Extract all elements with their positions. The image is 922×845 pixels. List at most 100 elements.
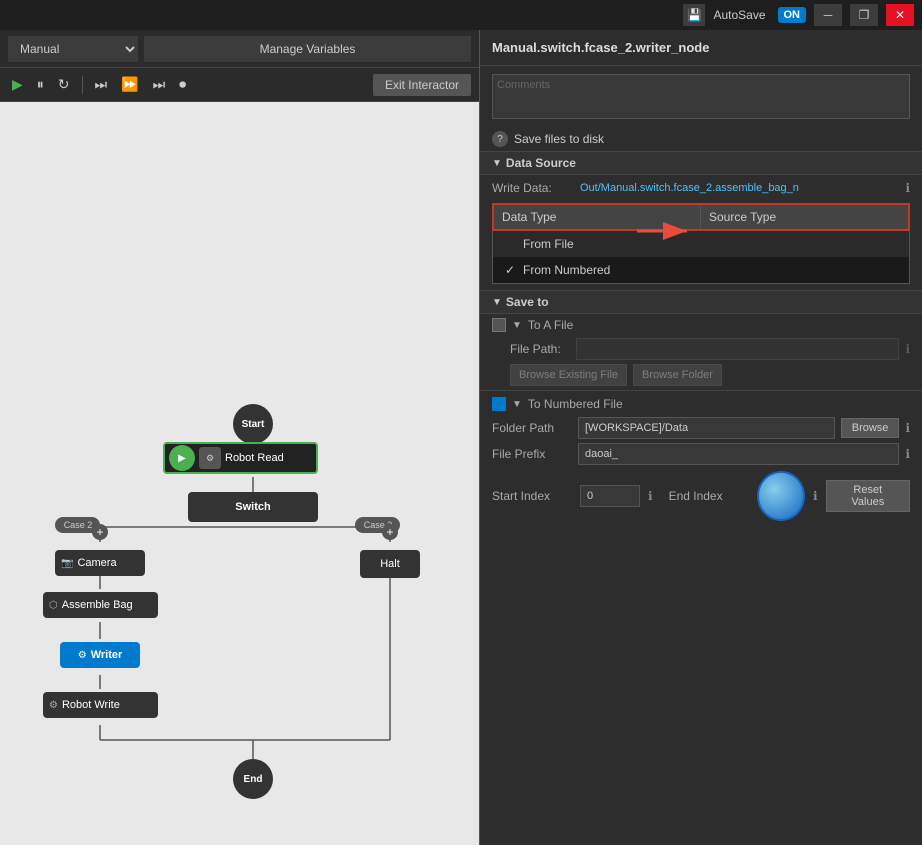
numbered-section: ▼ To Numbered File Folder Path Browse ℹ … (480, 390, 922, 525)
write-data-row: Write Data: Out/Manual.switch.fcase_2.as… (480, 175, 922, 201)
browse-row: Browse Existing File Browse Folder (480, 362, 922, 390)
folder-path-row: Folder Path Browse ℹ (480, 415, 922, 441)
svg-text:+: + (96, 525, 103, 539)
fast-forward-button[interactable]: ⏩ (117, 74, 142, 95)
folder-path-input[interactable] (578, 417, 835, 439)
to-numbered-row: ▼ To Numbered File (480, 391, 922, 415)
robot-read-node[interactable]: ▶ ⚙ Robot Read (163, 442, 318, 474)
to-a-file-label: To A File (528, 318, 573, 332)
canvas-area[interactable]: Case 2 Case 3 + + Start ▶ ⚙ Robot Read (0, 102, 479, 845)
halt-node[interactable]: Halt (360, 550, 420, 578)
start-node[interactable]: Start (233, 404, 273, 444)
index-row: Start Index ℹ End Index ℹ Reset Values (480, 467, 922, 525)
dropdown-item-from-file[interactable]: From File (493, 231, 909, 257)
file-path-input[interactable] (576, 338, 899, 360)
autosave-label: AutoSave (713, 8, 765, 22)
browse-folder-button[interactable]: Browse Folder (633, 364, 722, 386)
exit-interactor-button[interactable]: Exit Interactor (373, 74, 471, 96)
write-data-value: Out/Manual.switch.fcase_2.assemble_bag_n (580, 182, 897, 194)
end-node[interactable]: End (233, 759, 273, 799)
dropdown-item-from-numbered[interactable]: ✓ From Numbered (493, 257, 909, 283)
prefix-info-icon[interactable]: ℹ (905, 447, 910, 461)
main-container: Manual Manage Variables ▶ ⏸ ↻ ⏭ ⏩ ⏭ ⏺ Ex… (0, 30, 922, 845)
globe-icon (757, 471, 805, 521)
start-index-info-icon[interactable]: ℹ (648, 489, 653, 503)
write-data-label: Write Data: (492, 181, 572, 195)
right-panel: Manual.switch.fcase_2.writer_node Commen… (480, 30, 922, 845)
file-prefix-row: File Prefix ℹ (480, 441, 922, 467)
switch-node[interactable]: Switch (188, 492, 318, 522)
step-button[interactable]: ⏭ (91, 74, 112, 95)
start-label: Start (242, 419, 265, 430)
pause-button[interactable]: ⏸ (33, 74, 48, 95)
writer-node[interactable]: ⚙ Writer (60, 642, 140, 668)
close-button[interactable]: ✕ (886, 4, 914, 26)
start-index-label: Start Index (492, 489, 572, 503)
assemble-bag-node[interactable]: ⬡ Assemble Bag (43, 592, 158, 618)
dropdown-menu: From File ✓ From Numbered (492, 231, 910, 284)
record-button[interactable]: ⏺ (175, 74, 190, 95)
dropdown-trigger[interactable]: Data Type Source Type (492, 203, 910, 231)
autosave-toggle[interactable]: ON (778, 7, 807, 23)
svg-text:+: + (386, 525, 393, 539)
numbered-triangle: ▼ (512, 399, 522, 410)
browse-button[interactable]: Browse (841, 418, 900, 438)
left-toolbar: Manual Manage Variables (0, 30, 479, 68)
halt-label: Halt (380, 558, 400, 570)
save-files-label: Save files to disk (514, 132, 604, 146)
toolbar-row: ▶ ⏸ ↻ ⏭ ⏩ ⏭ ⏺ Exit Interactor (0, 68, 479, 102)
svg-text:Case 2: Case 2 (64, 520, 93, 530)
browse-existing-file-button[interactable]: Browse Existing File (510, 364, 627, 386)
to-numbered-label: To Numbered File (528, 397, 623, 411)
camera-node[interactable]: 📷 Camera (55, 550, 145, 576)
collapse-triangle: ▼ (492, 158, 502, 169)
save-to-label: Save to (506, 295, 549, 309)
dropdown-area: Data Type Source Type From File ✓ From N… (492, 203, 910, 284)
question-icon[interactable]: ? (492, 131, 508, 147)
title-bar: 💾 AutoSave ON ─ ❐ ✕ (0, 0, 922, 30)
robot-write-node[interactable]: ⚙ Robot Write (43, 692, 158, 718)
data-source-header[interactable]: ▼ Data Source (480, 151, 922, 175)
comments-placeholder: Comments (497, 79, 550, 91)
file-prefix-label: File Prefix (492, 447, 572, 461)
robot-read-label: Robot Read (225, 452, 284, 464)
to-a-file-checkbox[interactable] (492, 318, 506, 332)
triangle-small: ▼ (512, 320, 522, 331)
source-type-col: Source Type (701, 205, 908, 229)
minimize-button[interactable]: ─ (814, 4, 842, 26)
manage-vars-button[interactable]: Manage Variables (144, 36, 471, 62)
save-files-row: ? Save files to disk (480, 127, 922, 151)
skip-button[interactable]: ⏭ (149, 74, 170, 95)
divider1 (82, 76, 83, 94)
play-button[interactable]: ▶ (8, 74, 27, 95)
comments-box[interactable]: Comments (492, 74, 910, 119)
folder-path-info-icon[interactable]: ℹ (905, 421, 910, 435)
file-prefix-input[interactable] (578, 443, 899, 465)
end-label: End (244, 774, 263, 785)
file-path-label: File Path: (510, 342, 570, 356)
end-index-info-icon[interactable]: ℹ (813, 489, 818, 503)
end-index-label: End Index (669, 489, 749, 503)
to-a-file-row: ▼ To A File (480, 314, 922, 336)
save-to-triangle: ▼ (492, 297, 502, 308)
folder-path-label: Folder Path (492, 421, 572, 435)
switch-label: Switch (235, 501, 270, 513)
write-data-info-icon[interactable]: ℹ (905, 181, 910, 195)
camera-label: Camera (77, 557, 116, 569)
maximize-button[interactable]: ❐ (850, 4, 878, 26)
check-mark: ✓ (505, 263, 517, 277)
robot-write-label: Robot Write (62, 699, 120, 711)
panel-title: Manual.switch.fcase_2.writer_node (480, 30, 922, 66)
save-to-header[interactable]: ▼ Save to (480, 290, 922, 314)
left-panel: Manual Manage Variables ▶ ⏸ ↻ ⏭ ⏩ ⏭ ⏺ Ex… (0, 30, 480, 845)
mode-select[interactable]: Manual (8, 36, 138, 62)
file-path-info-icon[interactable]: ℹ (905, 342, 910, 356)
refresh-button[interactable]: ↻ (54, 74, 74, 95)
to-numbered-checkbox[interactable] (492, 397, 506, 411)
start-index-input[interactable] (580, 485, 640, 507)
data-source-label: Data Source (506, 156, 576, 170)
save-icon[interactable]: 💾 (683, 4, 705, 26)
reset-values-button[interactable]: Reset Values (826, 480, 910, 512)
file-path-row: File Path: ℹ (480, 336, 922, 362)
red-arrow (637, 211, 697, 254)
